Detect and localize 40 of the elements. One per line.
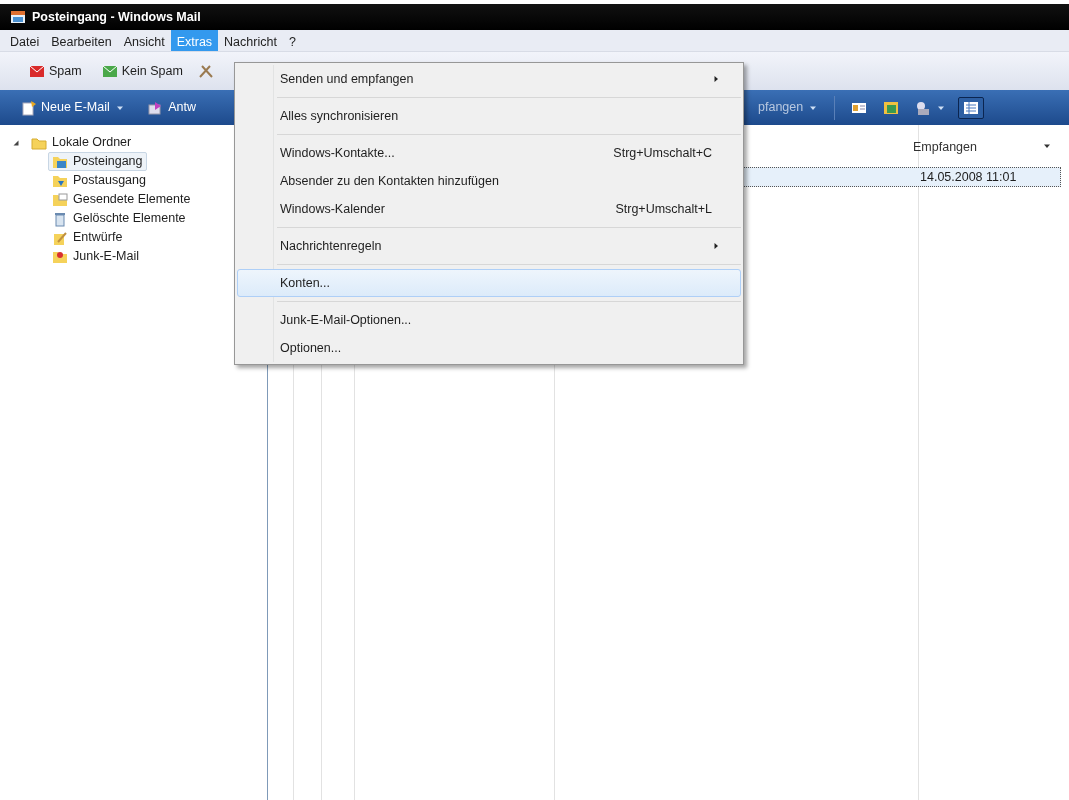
toolbar-button[interactable]: pfangen xyxy=(753,95,825,120)
folder-item[interactable]: Gesendete Elemente xyxy=(48,190,195,209)
menu-item[interactable]: Nachrichtenregeln xyxy=(237,232,741,260)
toolbar-button[interactable]: Antw xyxy=(143,95,202,120)
menu-item[interactable]: Windows-Kontakte... Strg+Umschalt+C xyxy=(237,139,741,167)
envelope-icon xyxy=(101,63,118,79)
toolbar-button[interactable]: Kein Spam xyxy=(96,58,188,84)
folder-item[interactable]: Posteingang xyxy=(48,152,147,171)
menu-item[interactable]: Alles synchronisieren xyxy=(237,102,741,130)
menu-item[interactable]: Junk-E-Mail-Optionen... xyxy=(237,306,741,334)
toolbar-button[interactable] xyxy=(958,96,985,119)
layout-icon xyxy=(963,99,980,116)
trash-icon xyxy=(52,210,68,227)
menu-item[interactable]: Konten... xyxy=(237,269,741,297)
menu-item[interactable]: Nachricht xyxy=(218,30,283,51)
window-title: Posteingang - Windows Mail xyxy=(32,8,201,26)
column-header[interactable]: Empfangen xyxy=(913,138,1053,157)
folder-item[interactable]: Entwürfe xyxy=(48,228,127,247)
toolbar-button[interactable]: Spam xyxy=(24,58,87,84)
menu-item[interactable]: Ansicht xyxy=(117,30,171,51)
expander-icon[interactable] xyxy=(12,138,20,147)
menu-item[interactable]: Senden und empfangen xyxy=(237,65,741,93)
toolbar-button[interactable]: Neue E-Mail xyxy=(16,95,131,120)
sent-folder-icon xyxy=(52,191,68,208)
folder-item[interactable]: Postausgang xyxy=(48,171,150,190)
new-mail-icon xyxy=(21,99,37,116)
folder-item[interactable]: Junk-E-Mail xyxy=(48,247,143,266)
calendar-icon xyxy=(882,99,899,116)
mail-app-icon xyxy=(10,9,26,25)
envelope-icon xyxy=(29,63,45,79)
menu-item[interactable]: Windows-Kalender Strg+Umschalt+L xyxy=(237,195,741,223)
folder-item[interactable]: Lokale Ordner xyxy=(27,133,136,152)
menu-item[interactable]: Datei xyxy=(4,30,46,51)
menu-item[interactable]: Bearbeiten xyxy=(45,30,118,51)
people-icon xyxy=(915,99,932,116)
folder-item[interactable]: Gelöschte Elemente xyxy=(48,209,190,228)
shortcut-text: Strg+Umschalt+L xyxy=(615,200,713,218)
shortcut-text: Strg+Umschalt+C xyxy=(613,144,713,162)
menu-item[interactable]: ? xyxy=(282,30,302,51)
menu-item[interactable]: Optionen... xyxy=(237,334,741,362)
